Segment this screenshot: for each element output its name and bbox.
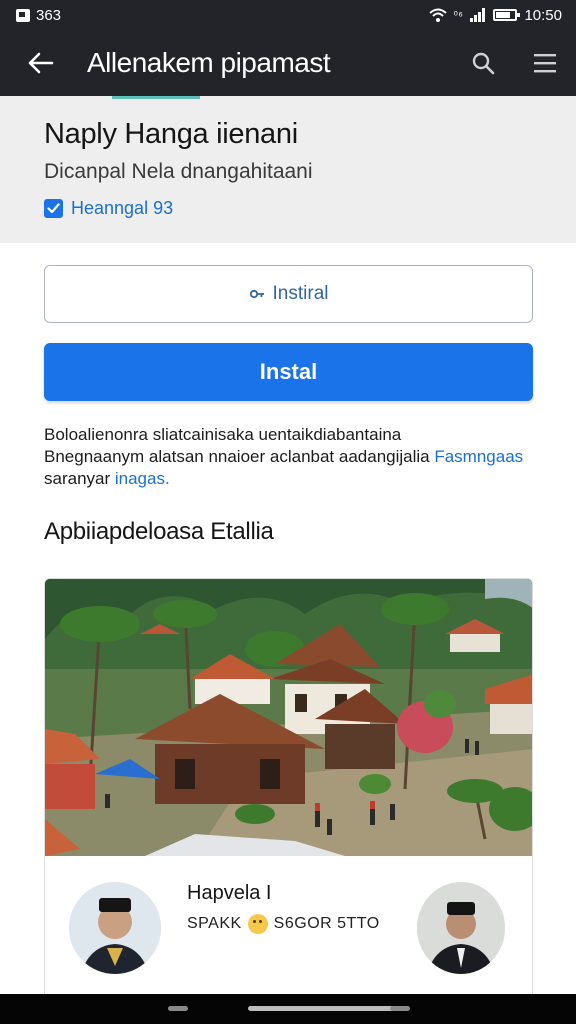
wifi-icon [428, 8, 447, 22]
app-bar-title: Allenakem pipamast [87, 47, 331, 78]
menu-icon [534, 54, 556, 73]
secondary-install-label: Instiral [272, 283, 329, 304]
developer-name[interactable]: Dicanpal Nela dnangahitaani [44, 160, 313, 184]
feature-card[interactable]: Hapvela I SPAKK S6GOR 5TTO [44, 578, 533, 1008]
nav-recent-button[interactable] [168, 1006, 188, 1011]
description-line-3: saranyar inagas. [44, 468, 544, 490]
app-header: Naply Hanga iienani Dicanpal Nela dnanga… [0, 96, 576, 243]
card-meta-right: S6GOR 5TTO [273, 915, 380, 932]
description-line-2: Bnegnaanym alatsan nnaioer aclanbat aada… [44, 446, 544, 468]
description-line-3-text: saranyar [44, 469, 111, 488]
status-left-text: 363 [36, 6, 62, 24]
card-meta: SPAKK S6GOR 5TTO [187, 914, 380, 934]
system-nav-bar [0, 994, 576, 1024]
app-bar: Allenakem pipamast [0, 30, 576, 96]
description-line-1: Boloalienonra sliatcainisaka uentaikdiab… [44, 425, 402, 444]
tab-indicator [112, 96, 200, 99]
status-time: 10:50 [524, 6, 562, 24]
village-photo [45, 579, 532, 856]
network-type-text: ⁰⁶ [453, 9, 464, 22]
install-button[interactable]: Instal [44, 343, 533, 401]
secondary-install-button[interactable]: Instiral [44, 265, 533, 323]
notification-icon [16, 8, 30, 22]
card-footer: Hapvela I SPAKK S6GOR 5TTO [45, 856, 532, 1007]
avatar-right[interactable] [417, 882, 505, 974]
person-avatar-icon [417, 882, 505, 974]
key-icon [249, 289, 264, 299]
menu-button[interactable] [514, 30, 576, 96]
section-title: Apbiiapdeloasa Etallia [44, 518, 274, 545]
description-link-1[interactable]: Fasmngaas [430, 447, 523, 466]
description-link-2[interactable]: inagas. [110, 469, 170, 488]
signal-icon [470, 8, 486, 22]
status-bar: 363 ⁰⁶ 10:50 [0, 0, 576, 30]
app-name: Naply Hanga iienani [44, 118, 298, 150]
card-meta-left: SPAKK [187, 915, 242, 932]
person-avatar-icon [69, 882, 161, 974]
emoji-icon [247, 914, 268, 934]
description-line-2-text: Bnegnaanym alatsan nnaioer aclanbat aada… [44, 447, 430, 466]
nav-back-button[interactable] [390, 1006, 410, 1011]
app-description: Boloalienonra sliatcainisaka uentaikdiab… [44, 424, 544, 490]
search-icon [472, 52, 495, 75]
card-title: Hapvela I [187, 882, 272, 904]
verified-badge: Heanngal 93 [44, 198, 173, 219]
nav-home-handle[interactable] [248, 1006, 408, 1011]
badge-label: Heanngal 93 [71, 198, 174, 218]
avatar-left[interactable] [69, 882, 161, 974]
battery-icon [493, 9, 521, 21]
search-button[interactable] [452, 30, 514, 96]
back-arrow-icon [28, 52, 54, 74]
checkbox-check-icon [44, 199, 63, 218]
status-left: 363 [16, 7, 61, 24]
status-right: ⁰⁶ 10:50 [428, 6, 562, 24]
install-label: Instal [259, 359, 318, 384]
back-button[interactable] [0, 30, 80, 96]
